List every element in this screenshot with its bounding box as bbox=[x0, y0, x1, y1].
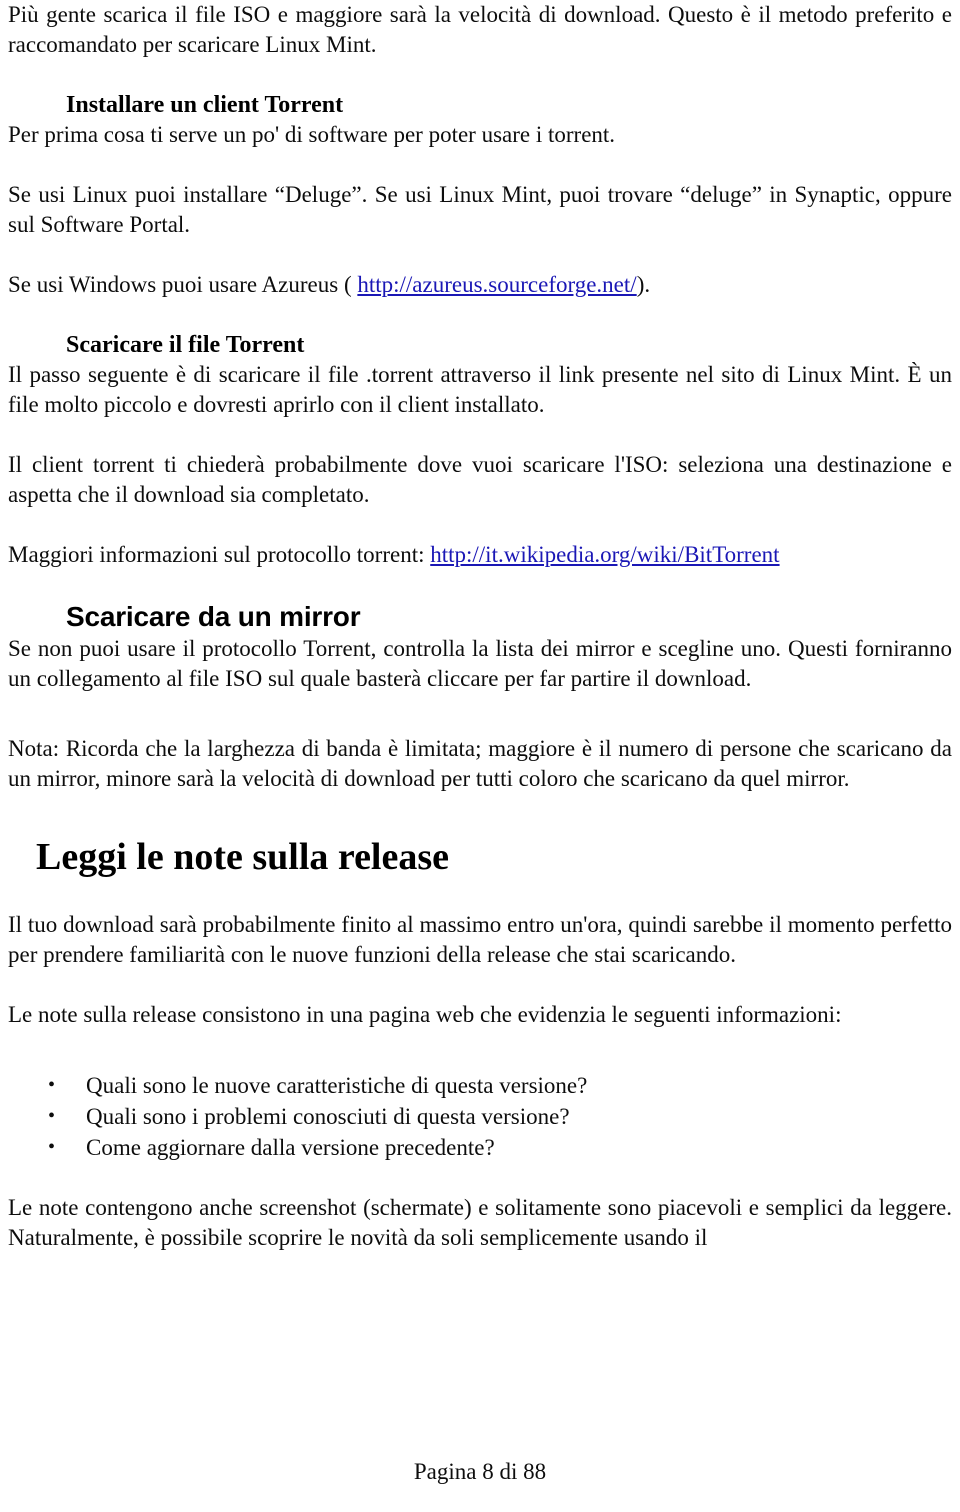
paragraph-mirror-intro: Se non puoi usare il protocollo Torrent,… bbox=[8, 636, 952, 691]
document-page: Più gente scarica il file ISO e maggiore… bbox=[0, 0, 960, 1512]
bullet-icon: • bbox=[48, 1136, 56, 1158]
paragraph-deluge: Se usi Linux puoi installare “Deluge”. S… bbox=[8, 182, 952, 237]
list-item-label: Quali sono i problemi conosciuti di ques… bbox=[86, 1104, 570, 1129]
paragraph-client-ask: Il client torrent ti chiederà probabilme… bbox=[8, 452, 952, 507]
link-bittorrent-wiki[interactable]: http://it.wikipedia.org/wiki/BitTorrent bbox=[430, 542, 779, 567]
bullet-icon: • bbox=[48, 1074, 56, 1096]
list-item: • Come aggiornare dalla versione preceden… bbox=[8, 1132, 952, 1163]
text-more-info-prefix: Maggiori informazioni sul protocollo tor… bbox=[8, 542, 431, 567]
paragraph-more-info: Maggiori informazioni sul protocollo tor… bbox=[8, 540, 952, 570]
paragraph-windows-azureus: Se usi Windows puoi usare Azureus ( http… bbox=[8, 270, 952, 300]
paragraph-install-intro: Per prima cosa ti serve un po' di softwa… bbox=[8, 122, 616, 147]
list-item-label: Come aggiornare dalla versione precedent… bbox=[86, 1135, 495, 1160]
paragraph-release-notes-intro: Le note sulla release consistono in una … bbox=[8, 1002, 842, 1027]
heading-release-notes: Leggi le note sulla release bbox=[36, 836, 450, 878]
release-notes-question-list: • Quali sono le nuove caratteristiche di … bbox=[8, 1070, 952, 1163]
paragraph-note-bandwidth: Nota: Ricorda che la larghezza di banda … bbox=[8, 736, 952, 791]
paragraph-intro: Più gente scarica il file ISO e maggiore… bbox=[8, 2, 952, 57]
list-item: • Quali sono le nuove caratteristiche di … bbox=[8, 1070, 952, 1101]
list-item: • Quali sono i problemi conosciuti di que… bbox=[8, 1101, 952, 1132]
text-windows-prefix: Se usi Windows puoi usare Azureus ( bbox=[8, 272, 358, 297]
page-number-label: Pagina 8 di 88 bbox=[413, 1459, 547, 1484]
heading-download-torrent: Scaricare il file Torrent bbox=[66, 332, 305, 358]
paragraph-download-time: Il tuo download sarà probabilmente finit… bbox=[8, 912, 952, 967]
heading-download-mirror: Scaricare da un mirror bbox=[66, 601, 361, 632]
paragraph-release-notes-outro: Le note contengono anche screenshot (sch… bbox=[8, 1195, 952, 1250]
heading-install-client: Installare un client Torrent bbox=[66, 92, 344, 118]
text-windows-suffix: ). bbox=[636, 272, 651, 297]
page-footer: Pagina 8 di 88 bbox=[0, 1458, 960, 1486]
paragraph-torrent-step: Il passo seguente è di scaricare il file… bbox=[8, 362, 952, 417]
link-azureus[interactable]: http://azureus.sourceforge.net/ bbox=[357, 272, 636, 297]
bullet-icon: • bbox=[48, 1105, 56, 1127]
list-item-label: Quali sono le nuove caratteristiche di q… bbox=[86, 1073, 588, 1098]
